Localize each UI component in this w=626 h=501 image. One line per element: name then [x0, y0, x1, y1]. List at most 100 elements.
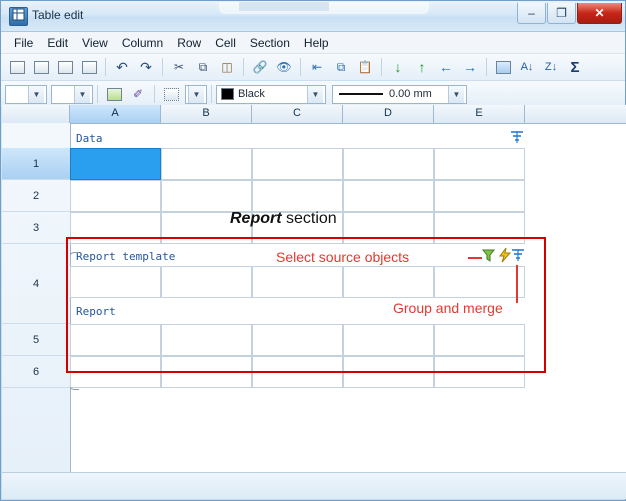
column-header-c[interactable]: C — [252, 105, 343, 123]
visibility-icon[interactable]: 👁 — [273, 57, 295, 78]
row-header-5[interactable]: 5 — [2, 324, 70, 356]
menu-item-help[interactable]: Help — [297, 34, 336, 52]
cell-c4[interactable] — [252, 266, 343, 298]
redo-icon[interactable]: ↷ — [135, 57, 157, 78]
cell-e5[interactable] — [434, 324, 525, 356]
chevron-down-icon[interactable]: ▼ — [28, 85, 44, 103]
cell-c1[interactable] — [252, 148, 343, 180]
duplicate-icon[interactable]: ⧉ — [330, 57, 352, 78]
menu-item-row[interactable]: Row — [170, 34, 208, 52]
column-header-b[interactable]: B — [161, 105, 252, 123]
menu-item-column[interactable]: Column — [115, 34, 170, 52]
border-none-icon[interactable] — [160, 84, 182, 105]
cell-d1[interactable] — [343, 148, 434, 180]
table-glyph — [12, 8, 25, 21]
border-style-dropdown[interactable]: ▼ — [185, 84, 207, 104]
cell-a2[interactable] — [70, 180, 161, 212]
cell-e2[interactable] — [434, 180, 525, 212]
cut-icon[interactable]: ✂ — [168, 57, 190, 78]
outdent-icon[interactable]: ⇤ — [306, 57, 328, 78]
chevron-down-icon[interactable]: ▼ — [74, 85, 90, 103]
row-header-3[interactable]: 3 — [2, 212, 70, 244]
menu-item-section[interactable]: Section — [243, 34, 297, 52]
insert-column-icon[interactable] — [54, 57, 76, 78]
cell-b5[interactable] — [161, 324, 252, 356]
title-bar: Table edit – ❐ ✕ — [1, 1, 625, 32]
menu-item-cell[interactable]: Cell — [208, 34, 243, 52]
minimize-button[interactable]: – — [517, 3, 546, 24]
menu-item-edit[interactable]: Edit — [40, 34, 75, 52]
cell-e3[interactable] — [434, 212, 525, 244]
cell-d5[interactable] — [343, 324, 434, 356]
menu-item-file[interactable]: File — [7, 34, 40, 52]
column-header-d[interactable]: D — [343, 105, 434, 123]
line-width-dropdown[interactable]: 0.00 mm ▼ — [332, 84, 467, 104]
toolbar-separator-5 — [381, 58, 382, 76]
cell-b6[interactable] — [161, 356, 252, 388]
cell-a1[interactable] — [70, 148, 161, 180]
menu-item-view[interactable]: View — [75, 34, 115, 52]
clipboard-icon[interactable]: 📋 — [354, 57, 376, 78]
move-up-icon[interactable]: ↑ — [411, 57, 433, 78]
undo-icon[interactable]: ↶ — [111, 57, 133, 78]
style-combo-2[interactable]: ▼ — [51, 84, 93, 104]
cell-b2[interactable] — [161, 180, 252, 212]
chevron-down-icon[interactable]: ▼ — [188, 85, 204, 103]
cell-d6[interactable] — [343, 356, 434, 388]
spreadsheet-area[interactable]: A B C D E 1 2 3 4 5 6 Data Report templa… — [2, 105, 626, 474]
funnel-filter-icon[interactable] — [481, 248, 496, 266]
cell-d4[interactable] — [343, 266, 434, 298]
report-section-annotation-rest: section — [281, 210, 337, 227]
move-down-icon[interactable]: ↓ — [387, 57, 409, 78]
row-header-2[interactable]: 2 — [2, 180, 70, 212]
sort-ascending-icon[interactable]: A↓ — [516, 57, 538, 78]
select-all-corner[interactable] — [2, 105, 70, 123]
chevron-down-icon[interactable]: ▼ — [448, 85, 464, 103]
chevron-down-icon[interactable]: ▼ — [307, 85, 323, 103]
cell-d2[interactable] — [343, 180, 434, 212]
cell-grid[interactable]: Data Report template Report — [70, 123, 626, 474]
cell-e1[interactable] — [434, 148, 525, 180]
column-header-a[interactable]: A — [70, 105, 161, 123]
cell-paint-icon[interactable]: ✐ — [127, 84, 149, 105]
cell-a6[interactable] — [70, 356, 161, 388]
link-icon[interactable]: 🔗 — [249, 57, 271, 78]
merge-section-icon[interactable] — [509, 129, 525, 148]
insert-row-icon[interactable] — [30, 57, 52, 78]
style-combo-1[interactable]: ▼ — [5, 84, 47, 104]
select-source-objects-pointer — [468, 257, 482, 259]
app-icon — [9, 7, 28, 26]
close-button[interactable]: ✕ — [577, 3, 622, 24]
sum-icon[interactable]: Σ — [564, 57, 586, 78]
status-bar — [2, 472, 626, 499]
cell-c6[interactable] — [252, 356, 343, 388]
title-bar-highlight-inner — [239, 2, 329, 11]
row-header-6[interactable]: 6 — [2, 356, 70, 388]
copy-icon[interactable]: ⧉ — [192, 57, 214, 78]
column-header-e[interactable]: E — [434, 105, 525, 123]
cell-b4[interactable] — [161, 266, 252, 298]
cell-e4[interactable] — [434, 266, 525, 298]
cell-b1[interactable] — [161, 148, 252, 180]
maximize-button[interactable]: ❐ — [547, 3, 576, 24]
menu-bar: File Edit View Column Row Cell Section H… — [1, 32, 625, 54]
cell-e6[interactable] — [434, 356, 525, 388]
table-properties-icon[interactable] — [492, 57, 514, 78]
cell-d3[interactable] — [343, 212, 434, 244]
cell-c5[interactable] — [252, 324, 343, 356]
group-merge-icon[interactable] — [510, 247, 526, 266]
sort-descending-icon[interactable]: Z↓ — [540, 57, 562, 78]
move-right-icon[interactable]: → — [459, 57, 481, 78]
row-header-4[interactable]: 4 — [2, 244, 70, 324]
cell-a3[interactable] — [70, 212, 161, 244]
color-dropdown[interactable]: Black ▼ — [216, 84, 326, 104]
move-left-icon[interactable]: ← — [435, 57, 457, 78]
cell-format-icon[interactable] — [103, 84, 125, 105]
cell-a4[interactable] — [70, 266, 161, 298]
cell-a5[interactable] — [70, 324, 161, 356]
merge-cells-icon[interactable] — [78, 57, 100, 78]
grid-insert-icon[interactable] — [6, 57, 28, 78]
paste-icon[interactable]: ◫ — [216, 57, 238, 78]
cell-c2[interactable] — [252, 180, 343, 212]
row-header-1[interactable]: 1 — [2, 148, 70, 180]
